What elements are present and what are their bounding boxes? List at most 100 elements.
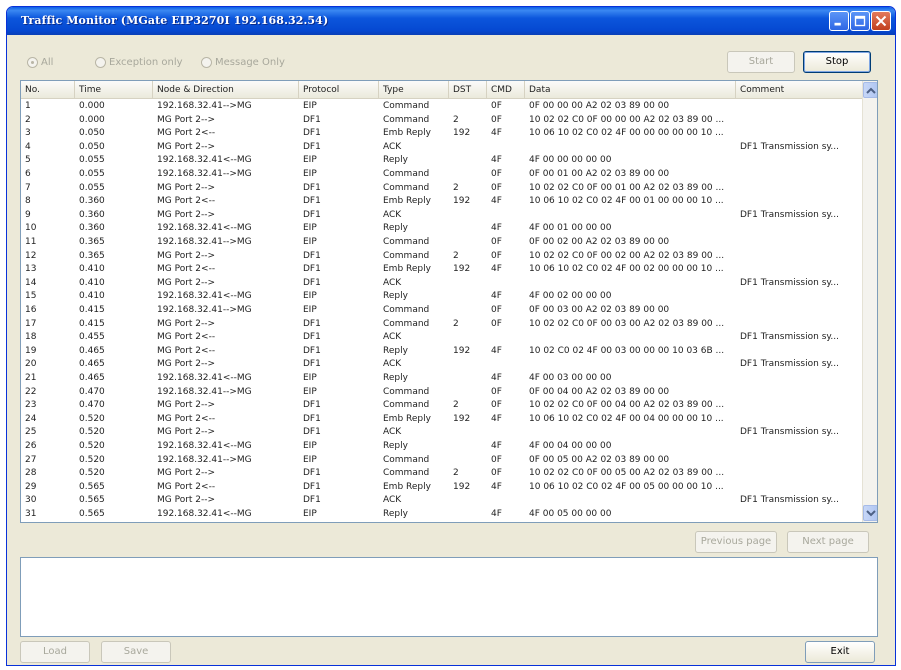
table-row[interactable]: 21 0.465 192.168.32.41<--MG EIP Reply 4F 4F 00… (21, 372, 864, 386)
close-button[interactable] (871, 11, 891, 31)
table-body: 1 0.000 192.168.32.41-->MG EIP Command 0F 0F 0… (21, 100, 864, 522)
cell-col-data: 0F 00 03 00 A2 02 03 89 00 00 (529, 305, 670, 315)
cell-col-dst (449, 358, 487, 372)
table-row[interactable]: 20 0.465 MG Port 2--> DF1 ACK DF1 Transmissio… (21, 358, 864, 372)
cell-col-time: 0.520 (79, 413, 105, 424)
header-col-protocol[interactable]: Protocol (299, 81, 379, 99)
cell-col-protocol: DF1 (303, 359, 321, 370)
header-col-cmd[interactable]: CMD (487, 81, 525, 99)
table-row[interactable]: 31 0.565 192.168.32.41<--MG EIP Reply 4F 4F 00… (21, 508, 864, 522)
header-col-comment[interactable]: Comment (736, 81, 864, 99)
cell-col-dst (449, 494, 487, 508)
minimize-button[interactable] (829, 11, 849, 31)
table-row[interactable]: 4 0.050 MG Port 2--> DF1 ACK DF1 Transmission… (21, 141, 864, 155)
cell-col-comment (736, 263, 864, 277)
cell-col-protocol: DF1 (303, 141, 321, 152)
cell-col-node-direction: MG Port 2<-- (157, 196, 216, 207)
table-row[interactable]: 24 0.520 MG Port 2<-- DF1 Emb Reply 192 4F 10 0… (21, 413, 864, 427)
table-row[interactable]: 9 0.360 MG Port 2--> DF1 ACK DF1 Transmission… (21, 209, 864, 223)
table-row[interactable]: 7 0.055 MG Port 2--> DF1 Command 2 0F 10 02 02 … (21, 182, 864, 196)
cell-col-time: 0.410 (79, 264, 105, 275)
table-row[interactable]: 23 0.470 MG Port 2--> DF1 Command 2 0F 10 02 02… (21, 399, 864, 413)
cell-col-dst (449, 100, 487, 114)
cell-col-dst (449, 141, 487, 155)
cell-col-time: 0.000 (79, 114, 105, 125)
table-row[interactable]: 19 0.465 MG Port 2<-- DF1 Reply 192 4F 10 02 C0… (21, 345, 864, 359)
exit-button[interactable]: Exit (805, 641, 875, 663)
table-row[interactable]: 18 0.455 MG Port 2<-- DF1 ACK DF1 Transmissio… (21, 331, 864, 345)
table-row[interactable]: 13 0.410 MG Port 2<-- DF1 Emb Reply 192 4F 10 0… (21, 263, 864, 277)
table-row[interactable]: 26 0.520 192.168.32.41<--MG EIP Reply 4F 4F 00… (21, 440, 864, 454)
table-row[interactable]: 10 0.360 192.168.32.41<--MG EIP Reply 4F 4F 00… (21, 222, 864, 236)
cell-col-data (525, 426, 736, 440)
table-row[interactable]: 25 0.520 MG Port 2--> DF1 ACK DF1 Transmissio… (21, 426, 864, 440)
cell-col-comment (736, 100, 864, 114)
previous-page-button[interactable]: Previous page (695, 531, 777, 553)
cell-col-type: ACK (383, 209, 402, 220)
table-row[interactable]: 22 0.470 192.168.32.41-->MG EIP Command 0F 0F … (21, 386, 864, 400)
cell-col-dst: 192 (453, 128, 471, 139)
stop-button[interactable]: Stop (803, 51, 871, 73)
cell-col-time: 0.465 (79, 359, 105, 370)
cell-col-comment (736, 372, 864, 386)
vertical-scrollbar[interactable] (862, 81, 877, 522)
filter-radio-1[interactable]: Exception only (95, 57, 183, 68)
cell-col-dst (449, 168, 487, 182)
cell-col-data: 0F 00 01 00 A2 02 03 89 00 00 (529, 169, 670, 179)
cell-col-data: 10 02 C0 02 4F 00 03 00 00 00 10 03 6B .… (529, 345, 725, 356)
cell-col-protocol: DF1 (303, 468, 321, 479)
table-row[interactable]: 11 0.365 192.168.32.41-->MG EIP Command 0F 0F … (21, 236, 864, 250)
table-row[interactable]: 17 0.415 MG Port 2--> DF1 Command 2 0F 10 02 02… (21, 318, 864, 332)
header-col-type[interactable]: Type (379, 81, 449, 99)
cell-col-type: Reply (383, 223, 408, 234)
cell-col-dst (449, 290, 487, 304)
header-col-data[interactable]: Data (525, 81, 736, 99)
table-row[interactable]: 30 0.565 MG Port 2--> DF1 ACK DF1 Transmissio… (21, 494, 864, 508)
cell-col-data: 0F 00 05 00 A2 02 03 89 00 00 (529, 454, 670, 465)
scroll-down-button[interactable] (863, 505, 877, 521)
table-row[interactable]: 12 0.365 MG Port 2--> DF1 Command 2 0F 10 02 02… (21, 250, 864, 264)
cell-col-type: Emb Reply (383, 128, 431, 139)
table-row[interactable]: 6 0.055 192.168.32.41-->MG EIP Command 0F 0F 0… (21, 168, 864, 182)
cell-col-node-direction: 192.168.32.41<--MG (157, 441, 252, 451)
load-button[interactable]: Load (20, 641, 90, 663)
header-col-node-direction[interactable]: Node & Direction (153, 81, 299, 99)
cell-col-dst: 192 (453, 264, 471, 275)
table-row[interactable]: 1 0.000 192.168.32.41-->MG EIP Command 0F 0F 0… (21, 100, 864, 114)
table-row[interactable]: 16 0.415 192.168.32.41-->MG EIP Command 0F 0F … (21, 304, 864, 318)
table-row[interactable]: 8 0.360 MG Port 2<-- DF1 Emb Reply 192 4F 10 06… (21, 195, 864, 209)
message-panel[interactable] (20, 557, 878, 637)
cell-col-comment (736, 413, 864, 427)
cell-col-type: ACK (383, 277, 402, 288)
table-row[interactable]: 29 0.565 MG Port 2<-- DF1 Emb Reply 192 4F 10 0… (21, 481, 864, 495)
title-bar[interactable]: Traffic Monitor (MGate EIP3270I 192.168.… (7, 7, 895, 35)
table-row[interactable]: 15 0.410 192.168.32.41<--MG EIP Reply 4F 4F 00… (21, 290, 864, 304)
start-button[interactable]: Start (727, 51, 795, 73)
table-row[interactable]: 28 0.520 MG Port 2--> DF1 Command 2 0F 10 02 02… (21, 467, 864, 481)
scroll-up-button[interactable] (863, 82, 877, 98)
header-col-no[interactable]: No. (21, 81, 75, 99)
next-page-button[interactable]: Next page (787, 531, 869, 553)
cell-col-node-direction: 192.168.32.41-->MG (157, 169, 252, 179)
cell-col-cmd (487, 331, 525, 345)
cell-col-data: 4F 00 00 00 00 00 (529, 155, 612, 166)
table-row[interactable]: 5 0.055 192.168.32.41<--MG EIP Reply 4F 4F 00 … (21, 154, 864, 168)
cell-col-dst (449, 440, 487, 454)
filter-radio-2[interactable]: Message Only (201, 57, 285, 68)
header-col-dst[interactable]: DST (449, 81, 487, 99)
cell-col-cmd (487, 209, 525, 223)
filter-radio-0[interactable]: All (27, 57, 53, 68)
maximize-button[interactable] (850, 11, 870, 31)
table-row[interactable]: 2 0.000 MG Port 2--> DF1 Command 2 0F 10 02 02 … (21, 114, 864, 128)
header-col-time[interactable]: Time (75, 81, 153, 99)
cell-col-cmd: 0F (491, 237, 502, 247)
table-row[interactable]: 3 0.050 MG Port 2<-- DF1 Emb Reply 192 4F 10 06… (21, 127, 864, 141)
table-row[interactable]: 14 0.410 MG Port 2--> DF1 ACK DF1 Transmissio… (21, 277, 864, 291)
cell-col-node-direction: 192.168.32.41<--MG (157, 291, 252, 302)
cell-col-data: 0F 00 02 00 A2 02 03 89 00 00 (529, 237, 670, 247)
cell-col-protocol: DF1 (303, 413, 321, 424)
cell-col-cmd: 0F (491, 454, 502, 465)
table-row[interactable]: 27 0.520 192.168.32.41-->MG EIP Command 0F 0F … (21, 454, 864, 468)
cell-col-protocol: EIP (303, 237, 317, 247)
save-button[interactable]: Save (101, 641, 171, 663)
